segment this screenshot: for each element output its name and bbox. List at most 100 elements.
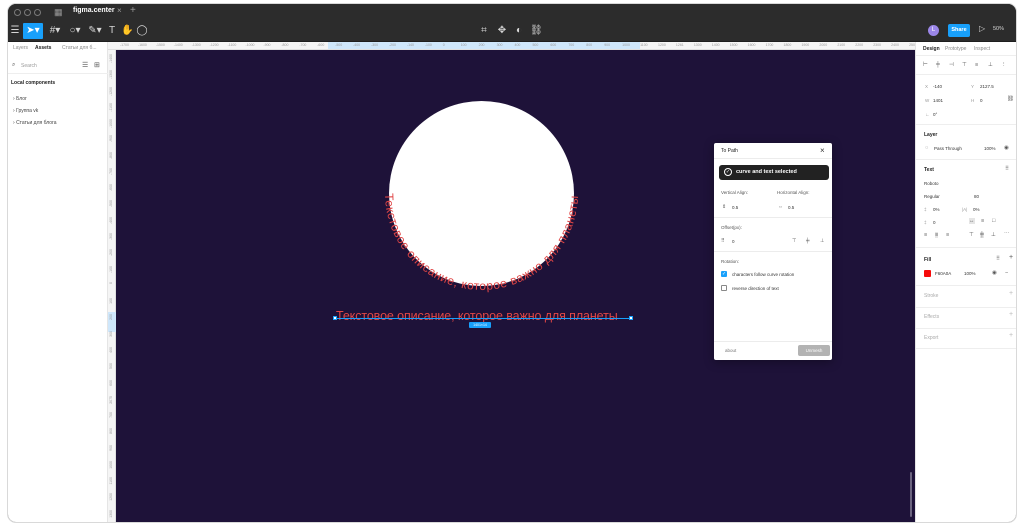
mask-icon[interactable]: ◐ <box>513 23 525 39</box>
shape-tool-icon[interactable]: ○▾ <box>66 23 84 39</box>
auto-height-icon[interactable]: ≡ <box>981 218 984 224</box>
add-effect-icon[interactable]: + <box>1009 311 1013 318</box>
font-size-input[interactable]: 80 <box>974 194 979 199</box>
y-input[interactable]: 2127.5 <box>980 84 994 89</box>
vertical-align-input[interactable]: 0.5 <box>732 205 738 210</box>
constrain-proportions-icon[interactable]: ⛓ <box>1007 96 1014 102</box>
tab-prototype[interactable]: Prototype <box>945 46 966 52</box>
fill-styles-icon[interactable]: ⠿ <box>996 256 1000 262</box>
tab-assets[interactable]: Assets <box>35 45 51 51</box>
zoom-level[interactable]: 50% <box>993 26 1004 32</box>
auto-width-icon[interactable]: ↔ <box>969 218 975 224</box>
blend-mode-select[interactable]: Pass Through <box>934 146 962 151</box>
letter-spacing-input[interactable]: 0% <box>973 207 980 212</box>
library-book-icon[interactable]: ⊞ <box>94 61 100 69</box>
window-minimize-button[interactable] <box>24 9 31 16</box>
new-tab-icon[interactable]: + <box>130 5 136 16</box>
align-bottom-icon[interactable]: ⊥ <box>988 62 993 68</box>
align-left-icon[interactable]: ⊢ <box>923 62 928 68</box>
list-view-icon[interactable]: ☰ <box>82 61 88 69</box>
h-input[interactable]: 0 <box>980 98 983 103</box>
align-top-icon[interactable]: ⊤ <box>962 62 967 68</box>
align-center-icon[interactable]: ╪ <box>936 62 940 68</box>
line-height-input[interactable]: 0% <box>933 207 940 212</box>
unmesh-button[interactable]: Unmesh <box>798 345 830 356</box>
rotation-input[interactable]: 0° <box>933 112 937 117</box>
align-bottom-icon[interactable]: ⊥ <box>820 238 824 244</box>
comment-tool-icon[interactable]: ◯ <box>136 23 148 39</box>
font-family-select[interactable]: Roboto <box>924 181 939 186</box>
pen-tool-icon[interactable]: ✎▾ <box>86 23 104 39</box>
follow-curve-label: characters follow curve rotation <box>732 272 795 277</box>
font-weight-select[interactable]: Regular <box>924 194 940 199</box>
horizontal-align-input[interactable]: 0.5 <box>788 205 794 210</box>
add-export-icon[interactable]: + <box>1009 332 1013 339</box>
ruler-tick-label: -1100 <box>109 102 113 112</box>
offset-input[interactable]: 0 <box>732 239 735 244</box>
visibility-eye-icon[interactable]: ◉ <box>1004 145 1009 151</box>
present-play-icon[interactable]: ▷ <box>979 24 985 33</box>
main-menu-icon[interactable]: ☰ <box>8 23 22 39</box>
window-close-button[interactable] <box>14 9 21 16</box>
frame-tool-icon[interactable]: #▾ <box>46 23 64 39</box>
layer-opacity-input[interactable]: 100% <box>984 146 996 151</box>
fixed-size-icon[interactable]: □ <box>992 218 995 224</box>
distribute-icon[interactable]: ⋮ <box>1001 62 1007 68</box>
align-text-top-icon[interactable]: ⊤ <box>969 232 974 238</box>
component-icon[interactable]: ✥ <box>496 23 508 39</box>
move-tool-icon[interactable]: ➤▾ <box>23 23 43 39</box>
file-tab-title[interactable]: figma.center <box>73 7 115 14</box>
text-styles-icon[interactable]: ⠿ <box>1005 166 1009 172</box>
component-group-vk[interactable]: › Группа vk <box>13 108 38 114</box>
component-group-blog[interactable]: › Блог <box>13 96 27 102</box>
hand-tool-icon[interactable]: ✋ <box>121 23 133 39</box>
remove-fill-icon[interactable]: − <box>1005 270 1008 276</box>
component-group-articles[interactable]: › Статьи для блога <box>13 120 56 126</box>
fill-hex-input[interactable]: F60A0A <box>935 271 951 276</box>
offset-label: Offset(px): <box>721 225 742 230</box>
ruler-tick-label: -500 <box>335 43 343 47</box>
align-middle-icon[interactable]: ≡ <box>975 62 978 68</box>
search-input[interactable]: Search <box>21 63 37 69</box>
fill-opacity-input[interactable]: 100% <box>964 271 976 276</box>
user-avatar[interactable]: L <box>928 25 939 36</box>
x-input[interactable]: -140 <box>933 84 942 89</box>
tab-layers[interactable]: Layers <box>13 45 28 51</box>
add-fill-icon[interactable]: + <box>1009 254 1013 261</box>
curved-text-layer[interactable]: Текстовое описание, которое важно для пл… <box>369 81 594 306</box>
text-tool-icon[interactable]: T <box>106 23 118 39</box>
tab-page[interactable]: Статьи для б... <box>62 45 97 51</box>
selection-line <box>335 318 631 319</box>
fill-visibility-eye-icon[interactable]: ◉ <box>992 270 997 276</box>
more-options-icon[interactable]: ⋯ <box>1004 231 1010 237</box>
follow-curve-checkbox[interactable]: ✓ <box>721 271 727 277</box>
text-align-center-icon[interactable]: ≡ <box>935 232 939 238</box>
text-align-right-icon[interactable]: ≡ <box>946 232 949 238</box>
align-right-icon[interactable]: ⊣ <box>949 62 954 68</box>
window-zoom-button[interactable] <box>34 9 41 16</box>
share-button[interactable]: Share <box>948 24 970 37</box>
local-components-heading[interactable]: Local components <box>11 80 55 86</box>
about-link[interactable]: about <box>725 348 736 353</box>
crop-icon[interactable]: ⌗ <box>478 23 490 39</box>
text-align-left-icon[interactable]: ≡ <box>924 232 927 238</box>
align-middle-icon[interactable]: ╪ <box>806 238 810 244</box>
close-icon[interactable]: × <box>820 146 825 155</box>
link-icon[interactable]: ⛓ <box>530 23 543 39</box>
fill-color-swatch[interactable] <box>924 270 931 277</box>
text-layer[interactable]: Текстовое описание, которое важно для пл… <box>336 309 633 323</box>
figma-logo-icon[interactable]: ▦ <box>54 7 63 18</box>
align-top-icon[interactable]: ⊤ <box>792 238 796 244</box>
close-tab-icon[interactable]: × <box>117 6 122 15</box>
paragraph-spacing-input[interactable]: 0 <box>933 220 936 225</box>
reverse-direction-checkbox[interactable] <box>721 285 727 291</box>
tab-design[interactable]: Design <box>923 46 940 52</box>
canvas-scrollbar[interactable] <box>910 472 912 517</box>
align-text-bottom-icon[interactable]: ⊥ <box>991 232 996 238</box>
align-text-middle-icon[interactable]: ╪ <box>980 232 984 238</box>
tab-inspect[interactable]: Inspect <box>974 46 990 52</box>
selection-handle-left[interactable] <box>333 316 337 320</box>
w-input[interactable]: 1401 <box>933 98 943 103</box>
add-stroke-icon[interactable]: + <box>1009 290 1013 297</box>
selection-handle-right[interactable] <box>629 316 633 320</box>
